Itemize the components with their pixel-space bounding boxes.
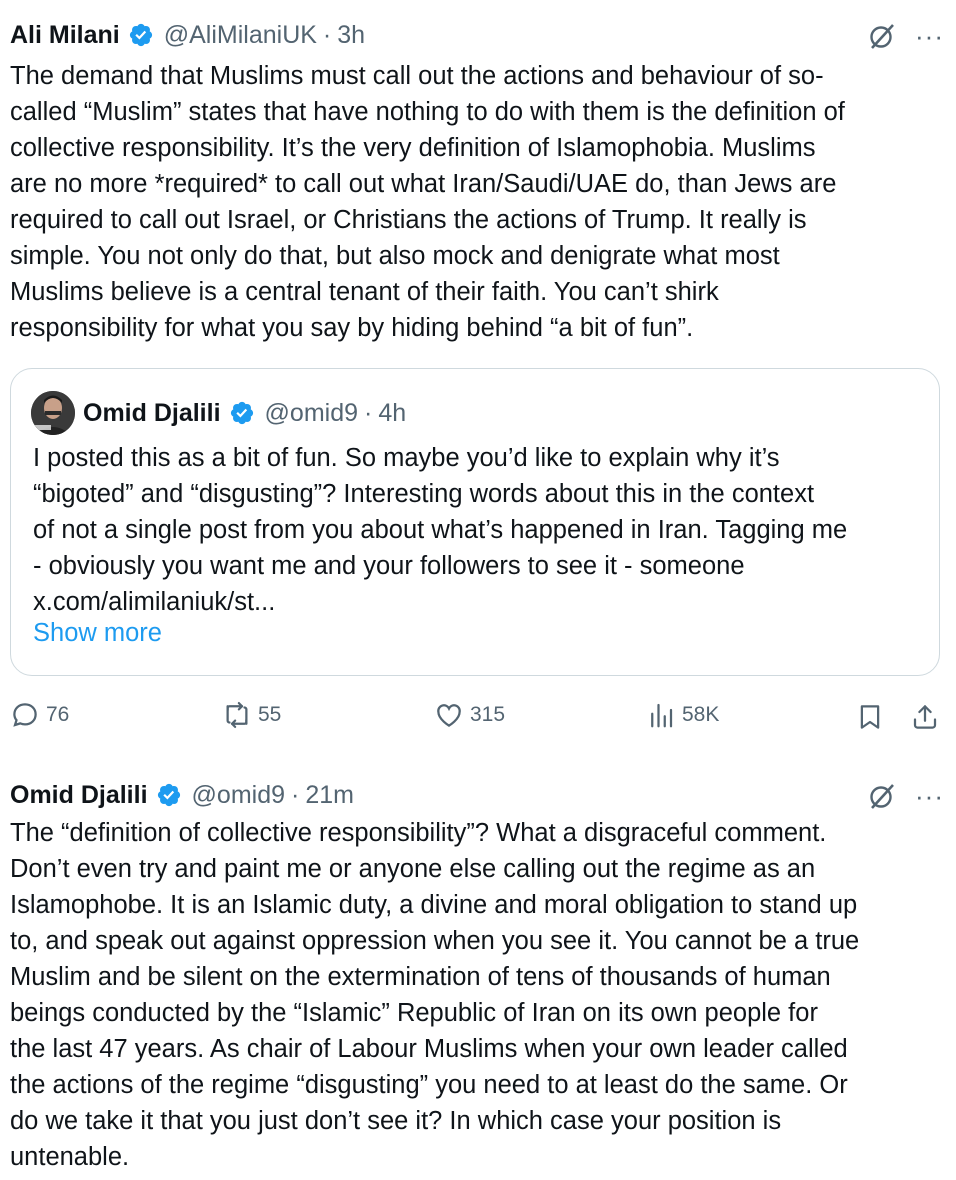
tweet-text-line: The “definition of collective responsibi… <box>10 819 827 847</box>
like-button[interactable]: 315 <box>434 700 505 730</box>
tweet-header: Omid Djalili @omid9 · 21m ··· <box>10 777 944 813</box>
tweet-action-bar: 76 55 315 58K <box>10 700 944 740</box>
tweet-text-line: The demand that Muslims must call out th… <box>10 62 824 90</box>
bookmark-button[interactable] <box>855 702 885 737</box>
quoted-text-line: “bigoted” and “disgusting”? Interesting … <box>33 480 815 508</box>
tweet-text-line: Islamophobe. It is an Islamic duty, a di… <box>10 891 858 919</box>
reply-button[interactable]: 76 <box>10 700 69 730</box>
author-name[interactable]: Ali Milani <box>10 21 120 50</box>
author-handle[interactable]: @omid9 <box>192 781 285 810</box>
tweet-header: Ali Milani @AliMilaniUK · 3h ··· <box>10 17 944 53</box>
tweet-text-line: simple. You not only do that, but also m… <box>10 242 780 270</box>
tweet-text: The demand that Muslims must call out th… <box>10 58 944 346</box>
heart-icon <box>437 704 461 727</box>
tweet-text-line: Don’t even try and paint me or anyone el… <box>10 855 816 883</box>
separator-dot: · <box>322 20 332 49</box>
tweet-text-line: the actions of the regime “disgusting” y… <box>10 1071 848 1099</box>
tweet-text-line: called “Muslim” states that have nothing… <box>10 98 845 126</box>
tweet-text-line: to, and speak out against oppression whe… <box>10 927 860 955</box>
timestamp[interactable]: 3h <box>337 21 365 50</box>
quoted-tweet[interactable]: Omid Djalili @omid9 · 4h I posted this a… <box>10 368 940 676</box>
tweet-text-line: do we take it that you just don’t see it… <box>10 1107 782 1135</box>
quoted-author-handle[interactable]: @omid9 <box>265 399 358 428</box>
view-count: 58K <box>682 703 720 726</box>
quoted-author-name[interactable]: Omid Djalili <box>83 399 221 428</box>
views-button[interactable]: 58K <box>646 700 719 730</box>
reply-count: 76 <box>46 703 70 726</box>
share-icon <box>913 705 937 729</box>
tweet-text-line: required to call out Israel, or Christia… <box>10 206 807 234</box>
verified-badge-icon <box>157 783 180 807</box>
quoted-text-line: I posted this as a bit of fun. So maybe … <box>33 444 780 472</box>
share-button[interactable] <box>910 702 940 737</box>
repost-count: 55 <box>258 703 282 726</box>
verified-badge-icon <box>230 401 253 425</box>
timestamp[interactable]: 21m <box>305 781 354 810</box>
author-name[interactable]: Omid Djalili <box>10 781 148 810</box>
quoted-text-line: x.com/alimilaniuk/st... <box>33 588 276 616</box>
verified-badge-icon <box>129 23 152 47</box>
tweet-text-line: Muslim and be silent on the exterminatio… <box>10 963 831 991</box>
more-options-icon[interactable]: ··· <box>915 783 944 809</box>
grok-icon[interactable] <box>867 781 897 811</box>
tweet-ali-milani[interactable]: Ali Milani @AliMilaniUK · 3h ··· The dem… <box>10 17 944 346</box>
avatar[interactable] <box>31 391 75 435</box>
tweet-text-line: the last 47 years. As chair of Labour Mu… <box>10 1035 848 1063</box>
views-chart-icon <box>651 703 673 728</box>
tweet-omid-djalili[interactable]: Omid Djalili @omid9 · 21m ··· The “defin… <box>10 777 944 1175</box>
repost-button[interactable]: 55 <box>222 700 281 730</box>
show-more-link[interactable]: Show more <box>33 619 162 648</box>
reply-icon <box>13 703 37 727</box>
quoted-timestamp[interactable]: 4h <box>378 399 406 428</box>
quoted-tweet-text: I posted this as a bit of fun. So maybe … <box>33 440 923 620</box>
tweet-text-line: beings conducted by the “Islamic” Republ… <box>10 999 818 1027</box>
like-count: 315 <box>470 703 506 726</box>
more-options-icon[interactable]: ··· <box>915 23 944 49</box>
quoted-tweet-header: Omid Djalili @omid9 · 4h <box>31 391 406 435</box>
quoted-text-line: of not a single post from you about what… <box>33 516 848 544</box>
bookmark-icon <box>860 705 880 729</box>
separator-dot: · <box>364 398 373 427</box>
quoted-text-line: - obviously you want me and your followe… <box>33 552 745 580</box>
grok-icon[interactable] <box>867 21 897 51</box>
author-handle[interactable]: @AliMilaniUK <box>164 21 317 50</box>
header-actions: ··· <box>867 21 944 51</box>
tweet-text-line: Muslims believe is a central tenant of t… <box>10 278 719 306</box>
header-actions: ··· <box>867 781 944 811</box>
separator-dot: · <box>291 780 300 809</box>
tweet-text-line: are no more *required* to call out what … <box>10 170 837 198</box>
tweet-text-line: collective responsibility. It’s the very… <box>10 134 816 162</box>
tweet-text-line: untenable. <box>10 1143 130 1171</box>
tweet-text-line: responsibility for what you say by hidin… <box>10 314 694 342</box>
tweet-text: The “definition of collective responsibi… <box>10 815 944 1175</box>
repost-icon <box>226 702 248 728</box>
avatar-image <box>31 391 75 435</box>
